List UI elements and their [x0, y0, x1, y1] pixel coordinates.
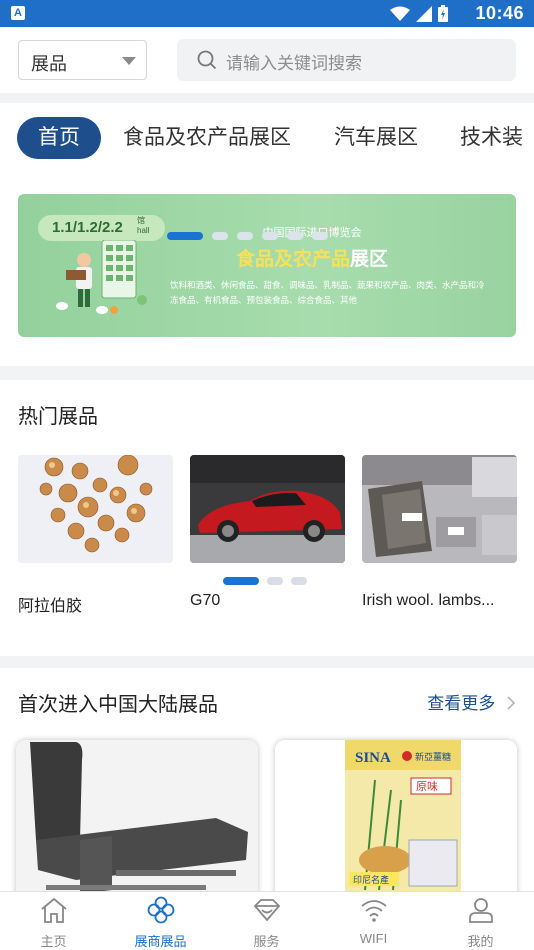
promo-banner[interactable]: 1.1/1.2/2.2 馆hall 中国国际进口博览会 食品及农产品展区 饮料和…	[18, 194, 516, 337]
home-icon	[40, 897, 67, 923]
product-name: Irish wool. lambs...	[362, 592, 495, 609]
banner-title-highlight: 食品及农产品	[235, 249, 350, 270]
product-image-irish-wool	[362, 455, 517, 563]
nav-exhibitors[interactable]: 展商展品	[107, 896, 214, 950]
tab-auto[interactable]: 汽车展区	[334, 117, 418, 159]
category-select-value: 展品	[31, 54, 67, 74]
pager-dot[interactable]	[267, 577, 283, 585]
section-title: 热门展品	[18, 406, 98, 428]
product-card[interactable]: Irish wool. lambs...	[362, 455, 517, 609]
tab-home[interactable]: 首页	[17, 117, 101, 159]
banner-description: 饮料和酒类、休闲食品、甜食、调味品、乳制品、蔬果和农产品、肉类、水产品和冷冻食品…	[170, 280, 485, 305]
nav-label: 服务	[253, 934, 280, 949]
battery-icon	[438, 5, 448, 22]
wifi-icon	[360, 900, 387, 922]
nav-home[interactable]: 主页	[0, 896, 107, 950]
bottom-nav: 主页 展商展品 服务 WIFI 我的	[0, 891, 534, 950]
product-card-ginger-candy[interactable]: SINA 新亞薑糖 原味 印尼名產	[275, 740, 517, 910]
search-icon	[197, 50, 217, 70]
product-image-ginger-candy: SINA 新亞薑糖 原味 印尼名產	[275, 740, 517, 910]
status-bar: A 10:46	[0, 0, 534, 27]
product-card[interactable]: 阿拉伯胶	[18, 455, 173, 615]
clover-icon	[147, 896, 174, 924]
product-image-recliner-chair	[16, 740, 258, 910]
search-placeholder: 请输入关键词搜索	[226, 54, 362, 73]
product-card[interactable]: G70	[190, 455, 345, 609]
nav-label: 展商展品	[134, 934, 187, 949]
service-icon	[253, 899, 280, 922]
tab-bar: 首页 食品及农产品展区 汽车展区 技术装	[0, 115, 534, 161]
nav-label: 主页	[40, 934, 67, 949]
tab-tech[interactable]: 技术装	[460, 117, 523, 159]
pager-dot[interactable]	[312, 232, 328, 240]
product-flavor: 原味	[416, 780, 438, 793]
see-more-link[interactable]: 查看更多	[427, 689, 516, 714]
see-more-label: 查看更多	[427, 694, 496, 713]
pager-dot[interactable]	[212, 232, 228, 240]
product-card-wheelchair[interactable]	[16, 740, 258, 910]
product-image-g70	[190, 455, 345, 563]
hot-products-section: 热门展品 阿拉伯胶 G70 Irish wool. lambs...	[0, 380, 534, 656]
product-name: 阿拉伯胶	[18, 598, 83, 615]
pager-dot[interactable]	[287, 232, 303, 240]
chevron-down-icon	[122, 57, 136, 65]
user-icon	[468, 898, 493, 923]
search-input[interactable]: 请输入关键词搜索	[177, 39, 516, 81]
pager-dot[interactable]	[262, 232, 278, 240]
nav-wifi[interactable]: WIFI	[320, 896, 427, 946]
nav-service[interactable]: 服务	[213, 896, 320, 950]
product-image-gum-arabic	[18, 455, 173, 563]
product-brand-cn: 新亞薑糖	[415, 751, 451, 763]
product-name: G70	[190, 592, 221, 609]
category-select[interactable]: 展品	[18, 40, 147, 80]
product-brand: SINA	[355, 750, 391, 766]
banner-title: 食品及农产品展区	[18, 244, 516, 271]
section-title: 首次进入中国大陆展品	[18, 694, 218, 716]
banner-title-rest: 展区	[350, 249, 389, 270]
pager-dot[interactable]	[167, 232, 203, 240]
tabs-section: 首页 食品及农产品展区 汽车展区 技术装 1.1/1.2/2.2 馆hall 中…	[0, 103, 534, 366]
clock: 10:46	[475, 3, 524, 23]
nav-label: WIFI	[359, 931, 388, 946]
banner-pager	[167, 232, 328, 240]
pager-dot[interactable]	[223, 577, 259, 585]
pager-dot[interactable]	[291, 577, 307, 585]
pager-dot[interactable]	[237, 232, 253, 240]
tab-food-agri[interactable]: 食品及农产品展区	[123, 117, 291, 159]
first-entry-section: 首次进入中国大陆展品 查看更多 SINA 新亞薑糖 原味 印尼名產	[0, 668, 534, 910]
wifi-status-icon	[390, 6, 410, 21]
signal-icon	[416, 5, 432, 22]
hot-pager	[223, 577, 307, 585]
status-icons	[390, 5, 448, 22]
nav-mine[interactable]: 我的	[427, 896, 534, 950]
chevron-right-icon	[507, 696, 516, 710]
top-bar: 展品 请输入关键词搜索	[0, 27, 534, 93]
nav-label: 我的	[467, 934, 494, 949]
product-origin: 印尼名產	[353, 874, 389, 886]
app-notification-icon: A	[11, 6, 25, 20]
